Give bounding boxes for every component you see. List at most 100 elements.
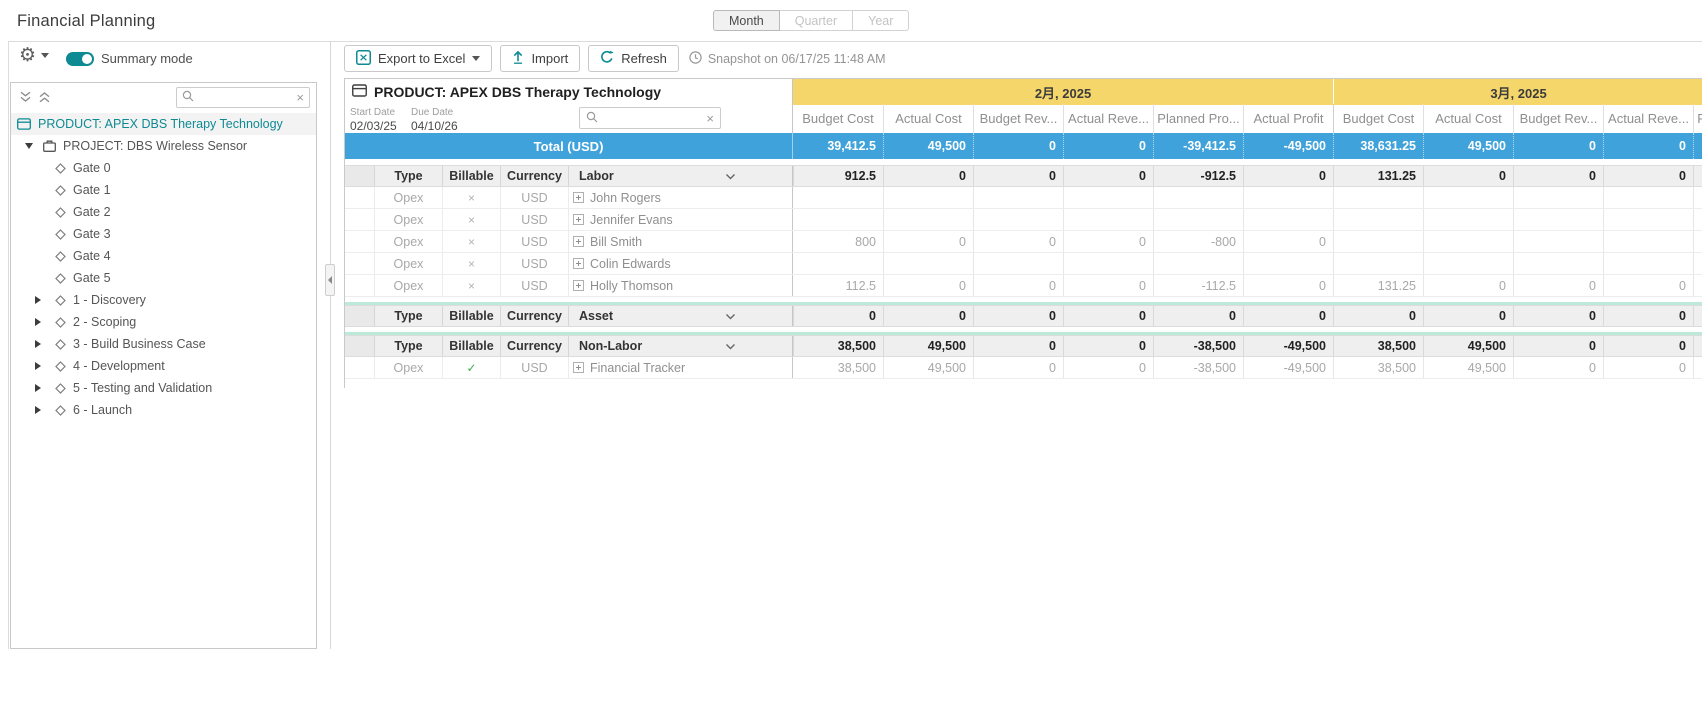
total-value-cell[interactable]: -49,500 — [1243, 133, 1333, 159]
value-cell[interactable]: 0 — [1423, 275, 1513, 296]
value-cell[interactable] — [1153, 253, 1243, 274]
summary-mode-toggle[interactable] — [66, 52, 94, 66]
value-cell[interactable]: 38,500 — [1333, 357, 1423, 378]
billable-cell[interactable]: × — [443, 231, 501, 252]
value-cell[interactable] — [1693, 231, 1702, 252]
value-cell[interactable] — [1693, 357, 1702, 378]
tree-item-gate-1[interactable]: Gate 1 — [11, 179, 316, 201]
currency-cell[interactable]: USD — [501, 253, 569, 274]
value-cell[interactable] — [1243, 209, 1333, 230]
value-cell[interactable]: 0 — [883, 275, 973, 296]
total-value-cell[interactable]: 49,500 — [1423, 133, 1513, 159]
expand-row-icon[interactable] — [573, 192, 584, 203]
value-cell[interactable]: 0 — [1063, 231, 1153, 252]
value-cell[interactable] — [883, 209, 973, 230]
value-cell[interactable] — [1153, 209, 1243, 230]
section-value-cell[interactable]: 49,500 — [1423, 336, 1513, 356]
value-cell[interactable] — [1423, 231, 1513, 252]
value-cell[interactable] — [1603, 209, 1693, 230]
value-cell[interactable] — [883, 253, 973, 274]
section-value-cell[interactable]: 0 — [1603, 166, 1693, 186]
tree-item-1-discovery[interactable]: 1 - Discovery — [11, 289, 316, 311]
section-value-cell[interactable]: 0 — [1063, 336, 1153, 356]
value-cell[interactable]: 0 — [973, 231, 1063, 252]
section-value-cell[interactable]: 0 — [793, 306, 883, 326]
section-value-cell[interactable]: -38,500 — [1153, 336, 1243, 356]
value-cell[interactable]: 0 — [1513, 357, 1603, 378]
tree-item-gate-5[interactable]: Gate 5 — [11, 267, 316, 289]
value-cell[interactable] — [1333, 253, 1423, 274]
value-cell[interactable]: 0 — [883, 231, 973, 252]
value-cell[interactable] — [973, 187, 1063, 208]
tree-search-input[interactable] — [199, 90, 296, 104]
value-cell[interactable] — [1513, 231, 1603, 252]
section-value-cell[interactable]: -49,500 — [1243, 336, 1333, 356]
value-cell[interactable]: -112.5 — [1153, 275, 1243, 296]
section-value-cell[interactable]: 0 — [1423, 166, 1513, 186]
expand-row-icon[interactable] — [573, 258, 584, 269]
value-cell[interactable] — [1423, 187, 1513, 208]
value-cell[interactable]: 112.5 — [793, 275, 883, 296]
grid-search-input[interactable] — [603, 111, 706, 125]
total-value-cell[interactable]: 39,412.5 — [793, 133, 883, 159]
value-cell[interactable]: 38,500 — [793, 357, 883, 378]
value-cell[interactable]: 0 — [973, 357, 1063, 378]
section-value-cell[interactable]: 131.25 — [1333, 166, 1423, 186]
tree-item-gate-2[interactable]: Gate 2 — [11, 201, 316, 223]
total-value-cell[interactable]: 49,500 — [883, 133, 973, 159]
section-value-cell[interactable]: 0 — [1153, 306, 1243, 326]
currency-cell[interactable]: USD — [501, 357, 569, 378]
tree-item-6-launch[interactable]: 6 - Launch — [11, 399, 316, 421]
total-value-cell[interactable] — [1693, 133, 1702, 159]
section-value-cell[interactable]: 38,500 — [793, 336, 883, 356]
expander-collapsed-icon[interactable] — [35, 296, 55, 304]
tree-item-3-build-business-case[interactable]: 3 - Build Business Case — [11, 333, 316, 355]
collapse-panel-handle[interactable] — [325, 264, 335, 296]
expand-row-icon[interactable] — [573, 236, 584, 247]
value-cell[interactable]: 800 — [793, 231, 883, 252]
expander-collapsed-icon[interactable] — [35, 384, 55, 392]
section-value-cell[interactable]: 0 — [883, 166, 973, 186]
total-value-cell[interactable]: 0 — [1513, 133, 1603, 159]
tab-year[interactable]: Year — [853, 10, 909, 31]
type-cell[interactable]: Opex — [375, 231, 443, 252]
value-cell[interactable]: -49,500 — [1243, 357, 1333, 378]
section-value-cell[interactable]: 49,500 — [883, 336, 973, 356]
billable-cell[interactable]: × — [443, 253, 501, 274]
value-cell[interactable] — [1243, 253, 1333, 274]
expand-row-icon[interactable] — [573, 280, 584, 291]
value-cell[interactable] — [793, 253, 883, 274]
section-value-cell[interactable]: 0 — [1243, 166, 1333, 186]
section-value-cell[interactable]: 0 — [1063, 166, 1153, 186]
currency-cell[interactable]: USD — [501, 275, 569, 296]
total-value-cell[interactable]: 38,631.25 — [1333, 133, 1423, 159]
settings-menu-button[interactable]: ⚙ — [19, 46, 49, 65]
billable-cell[interactable]: ✓ — [443, 357, 501, 378]
tree-item-gate-4[interactable]: Gate 4 — [11, 245, 316, 267]
section-value-cell[interactable]: 0 — [1243, 306, 1333, 326]
collapse-all-icon[interactable] — [19, 91, 32, 103]
type-cell[interactable]: Opex — [375, 253, 443, 274]
value-cell[interactable]: 49,500 — [1423, 357, 1513, 378]
section-value-cell[interactable] — [1693, 306, 1702, 326]
value-cell[interactable] — [973, 209, 1063, 230]
value-cell[interactable] — [1693, 275, 1702, 296]
tree-item-4-development[interactable]: 4 - Development — [11, 355, 316, 377]
expand-row-icon[interactable] — [573, 214, 584, 225]
tab-quarter[interactable]: Quarter — [780, 10, 853, 31]
value-cell[interactable] — [1063, 209, 1153, 230]
section-value-cell[interactable]: 0 — [1513, 336, 1603, 356]
type-cell[interactable]: Opex — [375, 187, 443, 208]
value-cell[interactable]: 0 — [1063, 357, 1153, 378]
total-value-cell[interactable]: -39,412.5 — [1153, 133, 1243, 159]
value-cell[interactable]: 0 — [1063, 275, 1153, 296]
tree-item-2-scoping[interactable]: 2 - Scoping — [11, 311, 316, 333]
value-cell[interactable] — [1693, 253, 1702, 274]
refresh-button[interactable]: Refresh — [588, 45, 679, 72]
value-cell[interactable]: 49,500 — [883, 357, 973, 378]
value-cell[interactable] — [1603, 231, 1693, 252]
tab-month[interactable]: Month — [713, 10, 780, 31]
tree-item-gate-0[interactable]: Gate 0 — [11, 157, 316, 179]
billable-cell[interactable]: × — [443, 275, 501, 296]
tree-item-product-apex-dbs-therapy-technology[interactable]: PRODUCT: APEX DBS Therapy Technology — [11, 113, 316, 135]
